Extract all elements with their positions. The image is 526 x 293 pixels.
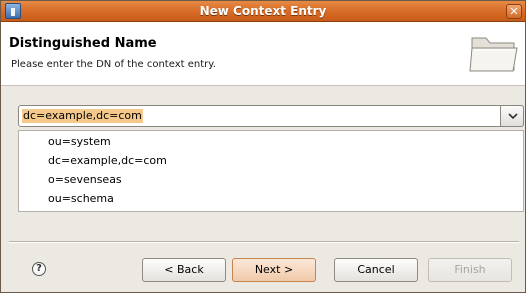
- back-button[interactable]: < Back: [142, 258, 226, 282]
- new-context-entry-dialog: New Context Entry ✕ Distinguished Name P…: [0, 0, 526, 293]
- dn-dropdown-button[interactable]: [500, 105, 524, 127]
- folder-icon: [469, 37, 518, 72]
- list-item[interactable]: ou=system: [48, 133, 111, 151]
- window-title: New Context Entry: [199, 4, 327, 18]
- title-bar[interactable]: New Context Entry ✕: [1, 1, 525, 22]
- footer-separator: [9, 241, 519, 243]
- cancel-button[interactable]: Cancel: [334, 258, 418, 282]
- help-icon[interactable]: ?: [32, 262, 46, 276]
- list-item[interactable]: o=sevenseas: [48, 171, 122, 189]
- page-title: Distinguished Name: [9, 36, 157, 51]
- close-button[interactable]: ✕: [506, 4, 522, 19]
- list-item[interactable]: ou=schema: [48, 190, 114, 208]
- dn-dropdown-list: ou=system dc=example,dc=com o=sevenseas …: [18, 130, 524, 212]
- next-button[interactable]: Next >: [232, 258, 316, 282]
- dn-input[interactable]: dc=example,dc=com: [22, 109, 143, 123]
- page-description: Please enter the DN of the context entry…: [11, 59, 216, 70]
- chevron-down-icon: [508, 113, 518, 120]
- finish-button[interactable]: Finish: [428, 258, 512, 282]
- wizard-header: Distinguished Name Please enter the DN o…: [1, 22, 525, 86]
- dn-combo[interactable]: dc=example,dc=com: [18, 105, 524, 127]
- list-item[interactable]: dc=example,dc=com: [48, 152, 167, 170]
